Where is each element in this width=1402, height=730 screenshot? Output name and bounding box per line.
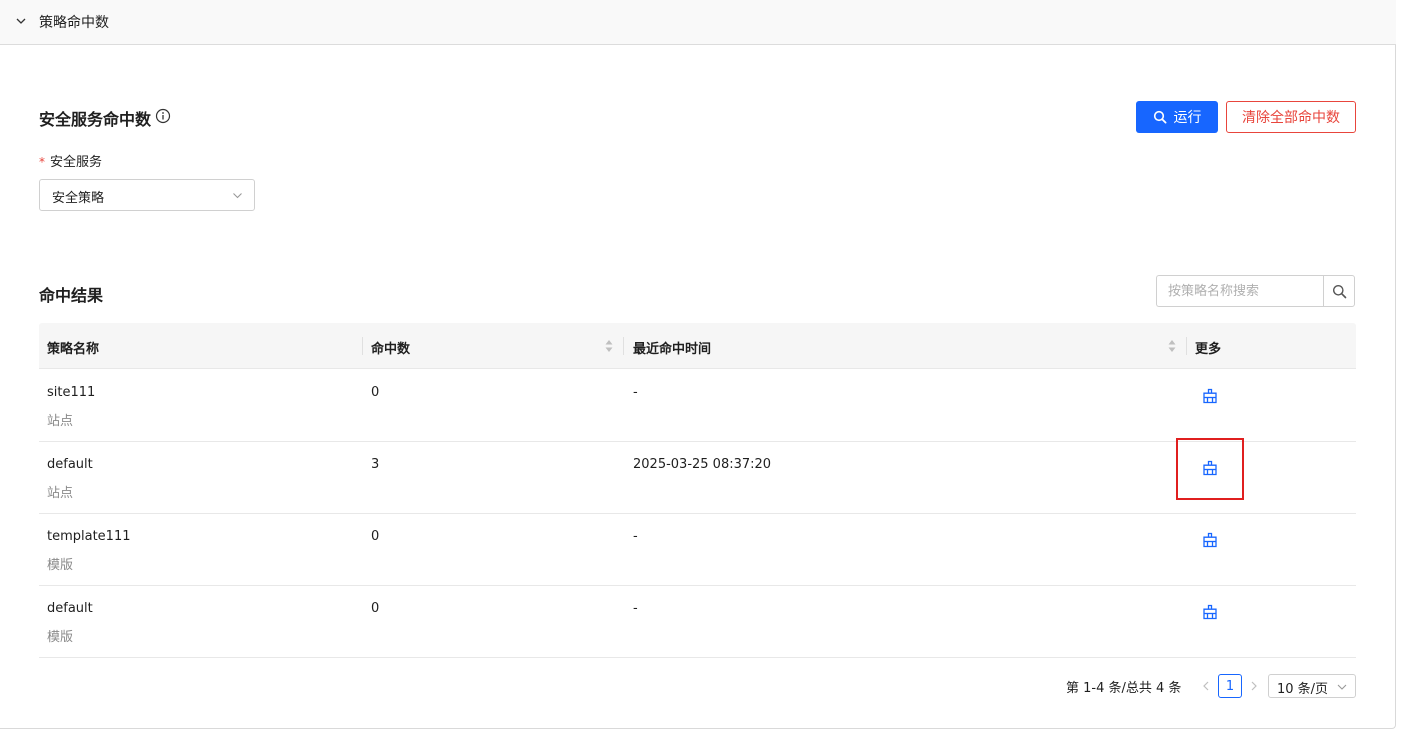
last-hit-time: - xyxy=(633,529,638,544)
run-button[interactable]: 运行 xyxy=(1136,101,1218,133)
policy-type: 模版 xyxy=(47,630,74,645)
clear-hits-icon[interactable] xyxy=(1201,531,1219,549)
chevron-down-icon xyxy=(233,193,242,199)
column-header-last-hit[interactable]: 最近命中时间 xyxy=(633,338,711,357)
column-divider xyxy=(1186,337,1187,355)
service-select[interactable]: 安全策略 xyxy=(39,179,255,211)
last-hit-time: 2025-03-25 08:37:20 xyxy=(633,457,772,472)
hit-count: 0 xyxy=(371,529,380,544)
chevron-right-icon[interactable] xyxy=(1248,680,1260,692)
page-size-value: 10 条/页 xyxy=(1277,682,1329,697)
clear-all-hits-button[interactable]: 清除全部命中数 xyxy=(1226,101,1356,133)
clear-hits-icon[interactable] xyxy=(1201,459,1219,477)
table-row: template111 模版 0 - xyxy=(39,514,1356,586)
column-header-name: 策略名称 xyxy=(47,342,100,357)
results-title: 命中结果 xyxy=(39,286,104,305)
run-label: 运行 xyxy=(1173,110,1202,126)
column-divider xyxy=(362,337,363,355)
table-row: default 模版 0 - xyxy=(39,586,1356,658)
chevron-down-icon[interactable] xyxy=(15,15,27,27)
table-row: default 站点 3 2025-03-25 08:37:20 xyxy=(39,442,1356,514)
last-hit-time: - xyxy=(633,385,638,400)
policy-type: 站点 xyxy=(47,414,74,429)
service-field-label: * 安全服务 xyxy=(39,151,102,170)
policy-name: default xyxy=(47,457,93,472)
service-label-text: 安全服务 xyxy=(50,155,103,170)
pagination-page-1[interactable]: 1 xyxy=(1218,674,1242,698)
sort-icon[interactable] xyxy=(1168,339,1176,353)
policy-search-input[interactable] xyxy=(1156,275,1324,307)
column-divider xyxy=(623,337,624,355)
search-icon xyxy=(1332,284,1346,298)
table-row: site111 站点 0 - xyxy=(39,370,1356,442)
service-select-value: 安全策略 xyxy=(52,191,105,206)
required-mark: * xyxy=(39,155,45,169)
pagination-total: 第 1-4 条/总共 4 条 xyxy=(1066,681,1182,696)
policy-name: site111 xyxy=(47,385,96,400)
hit-count: 0 xyxy=(371,601,380,616)
hit-count: 3 xyxy=(371,457,380,472)
clear-all-label: 清除全部命中数 xyxy=(1242,110,1340,126)
policy-type: 站点 xyxy=(47,486,74,501)
hit-count: 0 xyxy=(371,385,380,400)
policy-type: 模版 xyxy=(47,558,74,573)
chevron-down-icon xyxy=(1337,684,1347,690)
chevron-left-icon[interactable] xyxy=(1200,680,1212,692)
info-circle-icon[interactable] xyxy=(155,108,171,124)
page-size-select[interactable]: 10 条/页 xyxy=(1268,674,1356,698)
sort-icon[interactable] xyxy=(605,339,613,353)
last-hit-time: - xyxy=(633,601,638,616)
hit-count-panel: 策略命中数 安全服务命中数 运行 清除全部命中数 * 安全服务 安全策略 命中结果… xyxy=(0,0,1396,729)
panel-header[interactable]: 策略命中数 xyxy=(0,0,1396,45)
search-icon xyxy=(1153,110,1166,124)
column-header-more: 更多 xyxy=(1195,342,1222,357)
policy-name: template111 xyxy=(47,529,131,544)
clear-hits-icon[interactable] xyxy=(1201,387,1219,405)
panel-title: 策略命中数 xyxy=(39,15,109,31)
policy-name: default xyxy=(47,601,93,616)
column-header-hits[interactable]: 命中数 xyxy=(371,338,410,357)
clear-hits-icon[interactable] xyxy=(1201,603,1219,621)
section-title: 安全服务命中数 xyxy=(39,110,152,129)
table-header: 策略名称 命中数 最近命中时间 更多 xyxy=(39,323,1356,369)
search-button[interactable] xyxy=(1323,275,1355,307)
